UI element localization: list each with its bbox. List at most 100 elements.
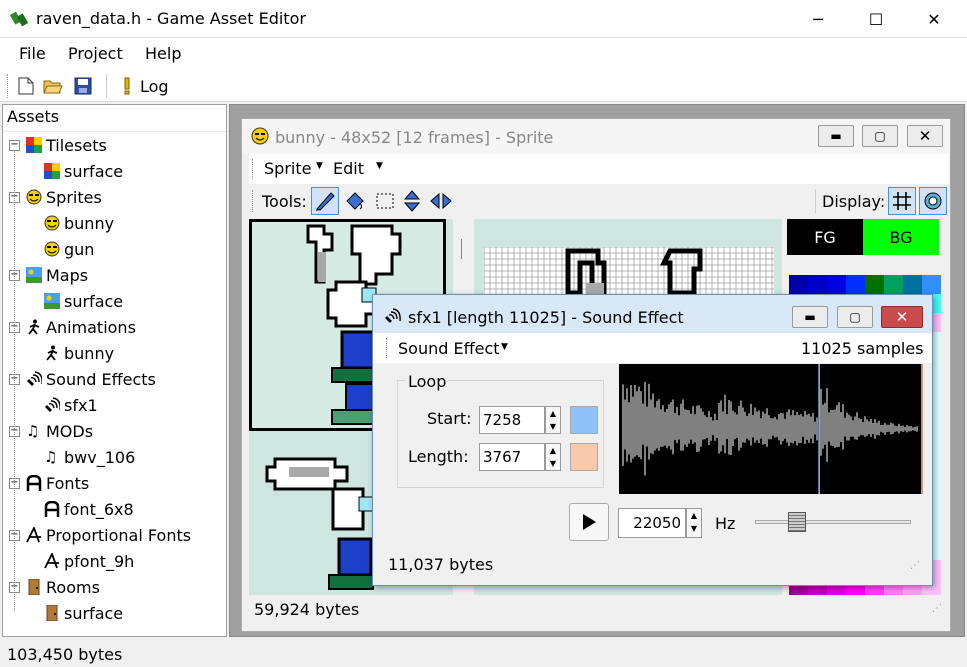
save-icon[interactable]: [72, 75, 94, 97]
resize-grip-icon[interactable]: ⋰: [910, 560, 920, 571]
tree-item-mod-bwv106[interactable]: ♫ bwv_106: [9, 444, 224, 470]
collapse-toggle-icon[interactable]: −: [9, 139, 20, 151]
sprite-close-button[interactable]: ✕: [907, 125, 943, 147]
spin-up-icon[interactable]: ▲: [546, 407, 560, 420]
sprite-minimize-button[interactable]: ▬: [818, 125, 854, 147]
loop-length-color-swatch[interactable]: [570, 443, 598, 471]
sprite-window-titlebar[interactable]: bunny - 48x52 [12 frames] - Sprite ▬ ▢ ✕: [242, 119, 950, 155]
resize-grip-icon[interactable]: ⋰: [932, 603, 942, 614]
tree-item-map-surface[interactable]: surface: [9, 288, 224, 314]
onion-skin-toggle-button[interactable]: [919, 187, 947, 215]
tree-item-font-6x8[interactable]: font_6x8: [9, 496, 224, 522]
palette-color[interactable]: [922, 275, 941, 294]
toolbar-grip: [7, 74, 8, 98]
asset-tree: Assets − Tilesets surface − Sprites bunn…: [2, 104, 227, 637]
palette-color[interactable]: [808, 275, 827, 294]
tree-item-label: bwv_106: [64, 447, 136, 467]
menu-file[interactable]: File: [19, 44, 46, 63]
foreground-color-swatch[interactable]: FG: [787, 219, 863, 255]
spin-up-icon[interactable]: ▲: [687, 509, 701, 522]
tree-item-sound-sfx1[interactable]: sfx1: [9, 392, 224, 418]
flip-vertical-icon: [403, 190, 421, 212]
palette-color[interactable]: [884, 275, 903, 294]
palette-color[interactable]: [789, 275, 808, 294]
loop-length-input[interactable]: [479, 443, 545, 471]
tree-item-room-surface[interactable]: surface: [9, 600, 224, 626]
minimize-button[interactable]: ─: [795, 0, 841, 38]
splitter-handle[interactable]: [461, 239, 462, 259]
play-button[interactable]: [569, 503, 609, 541]
sound-minimize-button[interactable]: ▬: [792, 306, 828, 328]
new-file-icon[interactable]: [15, 75, 37, 97]
loop-start-input[interactable]: [479, 406, 545, 434]
tree-item-tileset-surface[interactable]: surface: [9, 158, 224, 184]
waveform-view[interactable]: [619, 364, 923, 494]
tree-group-maps[interactable]: − Maps: [9, 262, 224, 288]
loop-start-color-swatch[interactable]: [570, 406, 598, 434]
pencil-tool-button[interactable]: [311, 187, 339, 215]
sound-maximize-button[interactable]: ▢: [837, 306, 873, 328]
tree-item-label: surface: [64, 161, 124, 181]
music-note-icon: ♫: [26, 422, 40, 440]
palette-color[interactable]: [903, 275, 922, 294]
chevron-down-icon: ▼: [316, 161, 323, 171]
tree-item-pfont-9h[interactable]: pfont_9h: [9, 548, 224, 574]
palette-color[interactable]: [865, 275, 884, 294]
tree-group-rooms[interactable]: − Rooms: [9, 574, 224, 600]
sample-rate-input[interactable]: [618, 508, 686, 538]
edit-menu[interactable]: Edit: [333, 159, 364, 178]
sprite-maximize-button[interactable]: ▢: [862, 125, 898, 147]
tree-group-animations[interactable]: − Animations: [9, 314, 224, 340]
tree-item-label: font_6x8: [64, 499, 134, 519]
sample-rate-slider-track[interactable]: [755, 520, 911, 524]
flip-vertical-tool-button[interactable]: [400, 189, 424, 213]
start-label: Start:: [427, 409, 472, 428]
toolbar-separator: [106, 74, 107, 98]
main-toolbar: Log: [0, 69, 967, 102]
palette-color[interactable]: [827, 275, 846, 294]
tree-group-fonts[interactable]: − Fonts: [9, 470, 224, 496]
loop-start-spinner[interactable]: ▲ ▼: [545, 406, 561, 434]
status-bar: 103,450 bytes: [0, 641, 967, 667]
grid-toggle-button[interactable]: [888, 187, 916, 215]
toolbar-grip: [252, 190, 253, 212]
open-folder-icon[interactable]: [42, 75, 64, 97]
tree-group-tilesets[interactable]: − Tilesets: [9, 132, 224, 158]
sound-effect-window: sfx1 [length 11025] - Sound Effect ▬ ▢ ✕…: [372, 294, 933, 586]
sample-rate-slider-thumb[interactable]: [788, 512, 807, 532]
tree-group-proportional-fonts[interactable]: − Proportional Fonts: [9, 522, 224, 548]
tree-item-label: pfont_9h: [64, 551, 135, 571]
spin-down-icon[interactable]: ▼: [546, 420, 560, 433]
tree-list: − Tilesets surface − Sprites bunny gun −…: [9, 132, 224, 626]
sound-close-button[interactable]: ✕: [881, 306, 923, 328]
tree-group-sound-effects[interactable]: − Sound Effects: [9, 366, 224, 392]
tree-item-animation-bunny[interactable]: bunny: [9, 340, 224, 366]
close-button[interactable]: ✕: [911, 0, 957, 38]
spin-down-icon[interactable]: ▼: [687, 522, 701, 535]
log-icon[interactable]: [116, 75, 138, 97]
sprite-menu[interactable]: Sprite: [264, 159, 311, 178]
app-icon: [10, 11, 28, 27]
log-button[interactable]: Log: [140, 77, 169, 96]
hz-label: Hz: [715, 514, 736, 533]
menu-project[interactable]: Project: [68, 44, 123, 63]
fill-bucket-tool-button[interactable]: [343, 189, 367, 213]
loop-length-spinner[interactable]: ▲ ▼: [545, 443, 561, 471]
palette-color[interactable]: [846, 275, 865, 294]
spin-up-icon[interactable]: ▲: [546, 444, 560, 457]
smiley-icon: [44, 241, 60, 257]
sound-window-titlebar[interactable]: sfx1 [length 11025] - Sound Effect ▬ ▢ ✕: [373, 295, 932, 333]
tree-group-sprites[interactable]: − Sprites: [9, 184, 224, 210]
smiley-icon: [251, 127, 269, 145]
sound-effect-menu[interactable]: Sound Effect: [398, 339, 500, 358]
background-color-swatch[interactable]: BG: [863, 219, 939, 255]
sample-rate-spinner[interactable]: ▲ ▼: [686, 508, 702, 538]
menu-help[interactable]: Help: [145, 44, 181, 63]
tree-group-mods[interactable]: − ♫ MODs: [9, 418, 224, 444]
flip-horizontal-tool-button[interactable]: [429, 189, 453, 213]
tree-item-sprite-gun[interactable]: gun: [9, 236, 224, 262]
spin-down-icon[interactable]: ▼: [546, 457, 560, 470]
maximize-button[interactable]: ☐: [853, 0, 899, 38]
tree-item-sprite-bunny[interactable]: bunny: [9, 210, 224, 236]
select-tool-button[interactable]: [373, 189, 397, 213]
